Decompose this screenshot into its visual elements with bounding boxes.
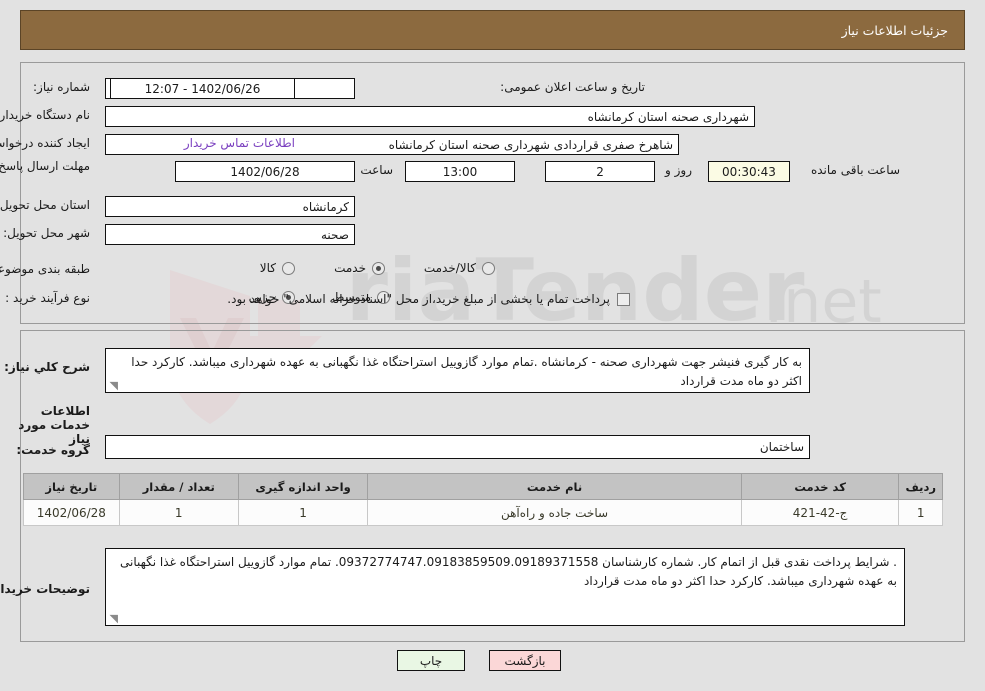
public-announce-field[interactable]: 1402/06/26 - 12:07 bbox=[110, 78, 295, 99]
field-service-group-label: گروه خدمت: bbox=[16, 443, 90, 457]
days-label: روز و bbox=[665, 163, 692, 177]
category-option-kala-label: کالا bbox=[259, 261, 276, 275]
public-announce-value: 1402/06/26 - 12:07 bbox=[144, 81, 261, 96]
buyer-org-value: شهرداری صحنه استان کرمانشاه bbox=[587, 109, 749, 124]
countdown-timer-field: 00:30:43 bbox=[708, 161, 790, 182]
requester-label: ایجاد کننده درخواست: bbox=[0, 136, 90, 150]
print-button[interactable]: چاپ bbox=[397, 650, 465, 671]
requester-value: شاهرخ صفری قراردادی شهرداری صحنه استان ک… bbox=[388, 137, 673, 152]
category-option-khedmat-label: خدمت bbox=[334, 261, 366, 275]
field-city-label: شهر محل تحویل: bbox=[3, 226, 90, 240]
field-public-announce-label: تاریخ و ساعت اعلان عمومی: bbox=[500, 80, 645, 94]
hour-label: ساعت bbox=[360, 163, 393, 177]
field-deadline-label: مهلت ارسال پاسخ: تا تاریخ: bbox=[0, 158, 90, 174]
page-root: riaTender .net جزئیات اطلاعات نیاز شماره… bbox=[0, 0, 985, 691]
service-group-field[interactable]: ساختمان bbox=[105, 435, 810, 459]
radio-icon-kala-khedmat[interactable] bbox=[482, 261, 495, 275]
checkbox-icon-treasury[interactable] bbox=[617, 292, 630, 306]
general-desc-value: به کار گیری فنیشر جهت شهرداری صحنه - کرم… bbox=[131, 355, 802, 388]
deadline-label: مهلت ارسال پاسخ: تا تاریخ: bbox=[0, 159, 90, 173]
radio-icon-kala[interactable] bbox=[282, 261, 295, 275]
province-label: استان محل تحویل: bbox=[0, 198, 90, 212]
time-left-label-wrap: ساعت باقی مانده bbox=[811, 163, 900, 177]
time-left-label: ساعت باقی مانده bbox=[810, 163, 900, 177]
buyer-notes-textarea[interactable]: . شرایط پرداخت نقدی قبل از اتمام کار. شم… bbox=[105, 548, 905, 626]
general-desc-textarea[interactable]: به کار گیری فنیشر جهت شهرداری صحنه - کرم… bbox=[105, 348, 810, 393]
buyer-notes-value: . شرایط پرداخت نقدی قبل از اتمام کار. شم… bbox=[120, 555, 897, 588]
days-label-wrap: روز و bbox=[665, 163, 692, 177]
days-remaining-value: 2 bbox=[596, 164, 604, 179]
field-need-number-label: شماره نیاز: bbox=[33, 80, 90, 94]
deadline-hour-field[interactable]: 13:00 bbox=[405, 161, 515, 182]
page-header: جزئیات اطلاعات نیاز bbox=[20, 10, 965, 50]
city-field[interactable]: صحنه bbox=[105, 224, 355, 245]
category-radio-kala[interactable]: کالا bbox=[260, 261, 295, 275]
deadline-date-value: 1402/06/28 bbox=[230, 164, 300, 179]
general-desc-label: شرح کلي نیاز: bbox=[4, 360, 90, 374]
public-announce-label: تاریخ و ساعت اعلان عمومی: bbox=[500, 80, 645, 94]
service-group-label: گروه خدمت: bbox=[16, 443, 90, 457]
back-button[interactable]: بازگشت bbox=[489, 650, 561, 671]
field-general-desc-label: شرح کلي نیاز: bbox=[4, 360, 90, 374]
services-heading: اطلاعات خدمات مورد نیاز bbox=[18, 404, 90, 446]
field-requester-label: ایجاد کننده درخواست: bbox=[0, 136, 90, 150]
page-title: جزئیات اطلاعات نیاز bbox=[841, 22, 948, 38]
field-buyer-org-label: نام دستگاه خریدار: bbox=[0, 108, 90, 122]
category-option-kala-khedmat-label: کالا/خدمت bbox=[423, 261, 476, 275]
city-label: شهر محل تحویل: bbox=[3, 226, 90, 240]
province-value: کرمانشاه bbox=[302, 199, 349, 214]
field-process-label: نوع فرآیند خرید : bbox=[5, 291, 90, 305]
province-field[interactable]: کرمانشاه bbox=[105, 196, 355, 217]
buyer-org-field[interactable]: شهرداری صحنه استان کرمانشاه bbox=[105, 106, 755, 127]
category-radio-khedmat[interactable]: خدمت bbox=[334, 261, 385, 275]
process-label: نوع فرآیند خرید : bbox=[5, 291, 90, 305]
countdown-timer-value: 00:30:43 bbox=[722, 164, 776, 179]
radio-icon-khedmat[interactable] bbox=[372, 261, 385, 275]
deadline-date-field[interactable]: 1402/06/28 bbox=[175, 161, 355, 182]
city-value: صحنه bbox=[321, 227, 349, 242]
need-number-label: شماره نیاز: bbox=[33, 80, 90, 94]
field-buyer-notes-label: توضیحات خریدار: bbox=[0, 582, 90, 596]
category-label: طبقه بندی موضوعی: bbox=[0, 262, 90, 276]
resize-grip-icon[interactable]: ◥ bbox=[108, 380, 118, 391]
category-radio-kala-khedmat[interactable]: کالا/خدمت bbox=[424, 261, 495, 275]
service-group-value: ساختمان bbox=[759, 440, 804, 454]
resize-grip-icon-notes[interactable]: ◥ bbox=[108, 613, 118, 624]
treasury-text: پرداخت تمام یا بخشی از مبلغ خرید،از محل … bbox=[227, 292, 610, 306]
buyer-contact-link[interactable]: اطلاعات تماس خریدار bbox=[184, 136, 295, 150]
need-details-panel bbox=[20, 62, 965, 324]
treasury-checkbox-row[interactable]: پرداخت تمام یا بخشی از مبلغ خرید،از محل … bbox=[227, 292, 630, 306]
buyer-contact-link-wrap: اطلاعات تماس خریدار bbox=[180, 136, 295, 150]
field-province-label: استان محل تحویل: bbox=[0, 198, 90, 212]
buyer-org-label: نام دستگاه خریدار: bbox=[0, 108, 90, 122]
days-remaining-field[interactable]: 2 bbox=[545, 161, 655, 182]
field-category-label: طبقه بندی موضوعی: bbox=[0, 262, 90, 276]
hour-label-wrap: ساعت bbox=[360, 163, 393, 177]
deadline-hour-value: 13:00 bbox=[442, 164, 478, 179]
buyer-notes-label: توضیحات خریدار: bbox=[0, 582, 90, 596]
